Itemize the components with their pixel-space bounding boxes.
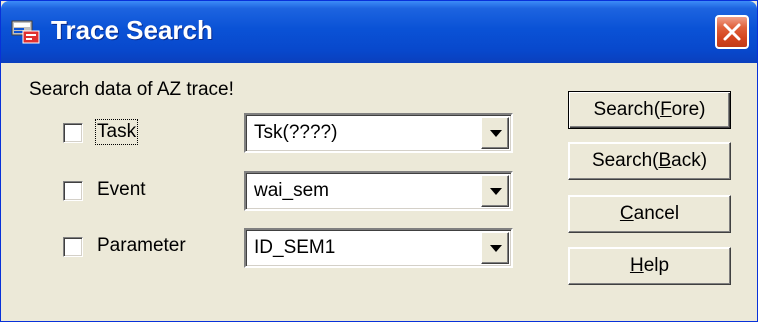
search-fore-label-suffix: ore) bbox=[671, 99, 706, 120]
chevron-down-icon bbox=[490, 188, 502, 195]
cancel-label-suffix: ancel bbox=[633, 203, 680, 224]
window-title: Trace Search bbox=[51, 15, 213, 45]
task-dropdown-button[interactable] bbox=[481, 117, 509, 149]
parameter-label: Parameter bbox=[97, 235, 186, 256]
chevron-down-icon bbox=[490, 245, 502, 252]
search-back-button[interactable]: Search(Back) bbox=[568, 142, 731, 180]
parameter-combobox[interactable]: ID_SEM1 bbox=[244, 228, 513, 268]
task-combobox[interactable]: Tsk(????) bbox=[244, 113, 513, 153]
event-value: wai_sem bbox=[254, 180, 329, 201]
close-x-icon bbox=[723, 23, 741, 41]
event-combobox[interactable]: wai_sem bbox=[244, 171, 513, 211]
search-fore-label-prefix: Search( bbox=[593, 99, 661, 120]
event-label: Event bbox=[97, 179, 146, 200]
event-dropdown-button[interactable] bbox=[481, 175, 509, 207]
parameter-value: ID_SEM1 bbox=[254, 237, 336, 258]
parameter-dropdown-button[interactable] bbox=[481, 232, 509, 264]
trace-search-dialog: Trace Search Search data of AZ trace! Ta… bbox=[0, 0, 758, 322]
search-prompt-label: Search data of AZ trace! bbox=[29, 79, 234, 100]
task-value: Tsk(????) bbox=[254, 122, 338, 143]
search-back-mnemonic: B bbox=[658, 150, 672, 171]
title-bar[interactable]: Trace Search bbox=[1, 1, 757, 63]
event-checkbox[interactable] bbox=[63, 181, 83, 201]
search-fore-mnemonic: F bbox=[660, 99, 672, 120]
task-label: Task bbox=[94, 119, 139, 145]
search-back-label-suffix: ack) bbox=[671, 150, 708, 171]
trace-app-icon bbox=[11, 20, 40, 44]
search-fore-button[interactable]: Search(Fore) bbox=[568, 91, 731, 129]
task-checkbox[interactable] bbox=[63, 123, 83, 143]
help-label-suffix: elp bbox=[643, 255, 670, 276]
cancel-button[interactable]: Cancel bbox=[568, 195, 731, 233]
cancel-mnemonic: C bbox=[619, 203, 634, 224]
close-button[interactable] bbox=[715, 15, 749, 49]
help-mnemonic: H bbox=[629, 255, 644, 276]
parameter-checkbox[interactable] bbox=[63, 237, 83, 257]
search-back-label-prefix: Search( bbox=[591, 150, 659, 171]
chevron-down-icon bbox=[490, 130, 502, 137]
help-button[interactable]: Help bbox=[568, 247, 731, 285]
